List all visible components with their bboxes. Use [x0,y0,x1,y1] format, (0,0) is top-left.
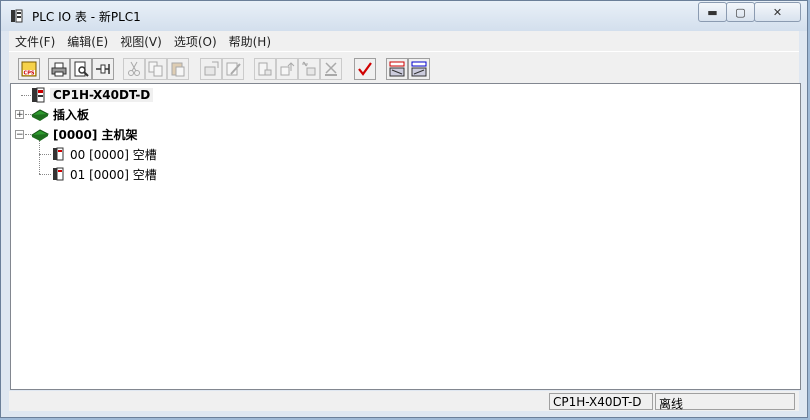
io-table-icon [389,61,405,77]
io-table-tree: CP1H-X40DT-D + 插入板 − [0000] 主机架 00 [0000… [10,83,801,390]
cut-icon [128,61,140,76]
rack-icon [31,129,49,141]
cps-icon: CPS [21,61,37,77]
menu-help[interactable]: 帮助(H) [223,33,277,50]
tree-root-label: CP1H-X40DT-D [50,88,154,102]
menu-view[interactable]: 视图(V) [114,33,168,50]
cpu-unit-icon [32,87,45,103]
edit-icon [226,62,241,76]
paste-icon [171,62,185,77]
tree-item-label: 00 [0000] 空槽 [70,147,157,162]
menu-options[interactable]: 选项(O) [168,33,223,50]
print-preview-icon [74,61,89,77]
tree-item-main-rack[interactable]: [0000] 主机架 [31,125,138,143]
tree-root-cpu[interactable]: CP1H-X40DT-D [31,86,154,104]
copy-icon [148,61,163,77]
tree-item-slot-00[interactable]: 00 [0000] 空槽 [52,145,157,163]
io-table-transfer-icon [411,61,427,77]
status-mode: 离线 [655,393,795,411]
create-icon [302,61,316,76]
menu-file[interactable]: 文件(F) [9,33,61,50]
print-preview-button[interactable] [70,58,92,80]
tree-line [21,95,31,96]
menu-bar: 文件(F) 编辑(E) 视图(V) 选项(O) 帮助(H) [9,31,799,51]
cps-button[interactable]: CPS [18,58,40,80]
maximize-button[interactable]: ▢ [726,2,755,22]
slot-unit-icon [53,147,64,161]
delete-button[interactable] [320,58,342,80]
tree-item-slot-01[interactable]: 01 [0000] 空槽 [52,165,157,183]
toolbar: CPS [9,51,799,84]
cps-icon-text: CPS [24,71,35,77]
transfer-to-plc-icon [204,61,219,76]
status-bar: CP1H-X40DT-D 离线 [9,391,799,411]
plc-app-icon [11,9,23,23]
tree-line [39,154,51,155]
io-table-transfer-button[interactable] [408,58,430,80]
app-window: PLC IO 表 - 新PLC1 ▬ ▢ ✕ 文件(F) 编辑(E) 视图(V)… [0,0,808,418]
upload-icon [280,62,295,76]
compare-icon [258,62,272,76]
upload-button[interactable] [276,58,298,80]
tree-line [39,140,40,174]
copy-button[interactable] [145,58,167,80]
pin-icon [96,64,110,74]
io-table-button[interactable] [386,58,408,80]
print-icon [51,62,67,77]
paste-button[interactable] [167,58,189,80]
delete-icon [325,62,337,76]
check-icon [358,62,372,76]
transfer-to-plc-button[interactable] [200,58,222,80]
create-button[interactable] [298,58,320,80]
tree-line [39,174,51,175]
slot-unit-icon [53,167,64,181]
print-button[interactable] [48,58,70,80]
pin-button[interactable] [92,58,114,80]
expand-plus-icon[interactable]: + [15,110,24,120]
tree-item-label: 插入板 [53,107,90,122]
cut-button[interactable] [123,58,145,80]
edit-button[interactable] [222,58,244,80]
board-icon [31,109,49,121]
minimize-button[interactable]: ▬ [698,2,727,22]
tree-item-label: [0000] 主机架 [53,127,138,142]
title-bar[interactable]: PLC IO 表 - 新PLC1 ▬ ▢ ✕ [1,1,807,31]
status-model: CP1H-X40DT-D [549,393,653,410]
collapse-minus-icon[interactable]: − [15,130,24,140]
tree-item-label: 01 [0000] 空槽 [70,167,157,182]
close-button[interactable]: ✕ [754,2,801,22]
menu-edit[interactable]: 编辑(E) [61,33,114,50]
compare-button[interactable] [254,58,276,80]
window-title: PLC IO 表 - 新PLC1 [32,10,141,24]
tree-item-option-board[interactable]: 插入板 [31,105,89,123]
check-button[interactable] [354,58,376,80]
